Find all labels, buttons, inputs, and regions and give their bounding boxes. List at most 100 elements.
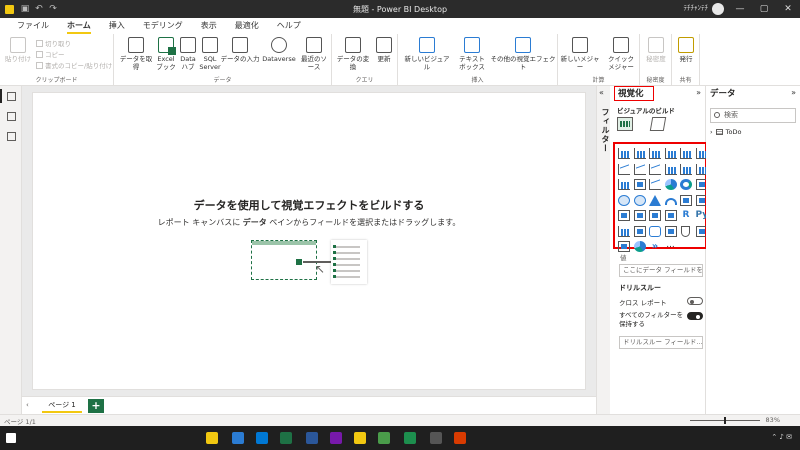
key-influencers-icon[interactable] [618, 225, 630, 237]
windows-start-icon[interactable] [6, 433, 16, 443]
add-page-button[interactable]: + [88, 399, 104, 413]
edge-icon[interactable] [256, 432, 268, 444]
values-well[interactable]: ここにデータ フィールドを... [619, 264, 703, 277]
tab-modeling[interactable]: モデリング [134, 20, 192, 34]
collapse-visualizations-icon[interactable]: » [696, 88, 701, 97]
publish-button[interactable]: 発行 [674, 37, 698, 63]
close-button[interactable]: ✕ [776, 0, 800, 18]
gauge-icon[interactable] [664, 197, 677, 205]
clustered-column-chart-icon[interactable] [664, 148, 677, 159]
excel-button[interactable]: Excel ブック [156, 37, 176, 71]
page-tab[interactable]: ページ 1 [42, 397, 82, 413]
more-visuals-icon[interactable]: ... [665, 241, 677, 252]
map-icon[interactable] [618, 194, 630, 206]
onenote-taskbar-icon[interactable] [330, 432, 342, 444]
keep-filters-toggle[interactable] [687, 312, 703, 320]
refresh-button[interactable]: 更新 [374, 37, 394, 63]
sensitivity-button[interactable]: 秘密度 [642, 37, 670, 63]
power-automate-icon[interactable] [633, 241, 646, 252]
report-page[interactable]: データを使用して視覚エフェクトをビルドする レポート キャンバスに データ ペイ… [32, 92, 586, 390]
tab-view[interactable]: 表示 [192, 20, 226, 34]
matrix-icon[interactable] [664, 210, 677, 221]
chevron-right-icon[interactable]: › [710, 128, 713, 136]
word-taskbar-icon[interactable] [306, 432, 318, 444]
line-chart-icon[interactable] [618, 163, 630, 175]
textbox-button[interactable]: テキスト ボックス [456, 37, 488, 71]
data-table-item[interactable]: › ToDo [710, 128, 741, 136]
expand-left-icon[interactable]: « [599, 88, 604, 97]
table-view-button[interactable] [0, 106, 22, 126]
slicer-icon[interactable] [633, 210, 646, 221]
more-visuals-button[interactable]: その他の視覚エフェクト [490, 37, 556, 71]
collapse-data-icon[interactable]: » [791, 88, 796, 97]
excel-taskbar-icon[interactable] [280, 432, 292, 444]
waterfall-chart-icon[interactable] [618, 179, 630, 190]
build-visual-tab[interactable] [617, 117, 633, 131]
line-stacked-column-chart-icon[interactable] [680, 163, 692, 175]
tab-help[interactable]: ヘルプ [268, 20, 310, 34]
dataverse-button[interactable]: Dataverse [262, 37, 296, 63]
quick-measure-button[interactable]: クイック メジャー [604, 37, 638, 71]
recent-sources-button[interactable]: 最近のソース [298, 37, 330, 71]
datahub-button[interactable]: Data ハブ [178, 37, 198, 71]
user-name[interactable]: ﾃﾁﾁｬﾝﾃﾁ [684, 3, 709, 13]
area-chart-icon[interactable] [633, 163, 646, 175]
tab-optimize[interactable]: 最適化 [226, 20, 268, 34]
chevron-left-icon[interactable]: ‹ [26, 401, 29, 409]
filters-pane-collapsed[interactable]: « フィルター [596, 86, 610, 414]
stacked-bar-chart-icon[interactable] [618, 148, 630, 159]
metrics-icon[interactable] [681, 225, 690, 237]
minimize-button[interactable]: — [728, 0, 752, 18]
zoom-slider[interactable] [690, 417, 760, 424]
teams-taskbar-icon[interactable] [404, 432, 416, 444]
powerbi-taskbar-icon[interactable] [354, 432, 366, 444]
qa-icon[interactable] [649, 225, 661, 237]
card-icon[interactable] [680, 194, 692, 206]
new-visual-button[interactable]: 新しいビジュアル [402, 37, 452, 71]
new-measure-button[interactable]: 新しいメジャー [560, 37, 600, 71]
kpi-icon[interactable] [618, 210, 630, 221]
chevron-visual-icon[interactable]: » [649, 241, 661, 252]
get-data-button[interactable]: データを取得 [118, 37, 154, 71]
copy-button[interactable]: コピー [36, 49, 65, 59]
line-clustered-column-chart-icon[interactable] [664, 163, 677, 175]
tab-file[interactable]: ファイル [8, 20, 58, 34]
enter-data-button[interactable]: データの入力 [220, 37, 260, 63]
format-visual-tab[interactable] [649, 117, 667, 131]
table-visual-icon[interactable] [649, 210, 661, 221]
stacked-column-chart-icon[interactable] [633, 148, 646, 159]
stacked-area-chart-icon[interactable] [649, 163, 661, 175]
data-search-input[interactable]: 検索 [710, 108, 796, 123]
clustered-bar-chart-icon[interactable] [649, 148, 661, 159]
cross-report-toggle[interactable] [687, 297, 703, 305]
filled-map-icon[interactable] [633, 194, 646, 206]
system-tray[interactable]: ⌃ ♪ ✉ [771, 433, 792, 441]
sql-server-button[interactable]: SQL Server [199, 37, 221, 71]
decomposition-tree-icon[interactable] [633, 225, 646, 237]
cut-button[interactable]: 切り取り [36, 38, 71, 48]
save-icon[interactable]: ▣ [18, 4, 32, 14]
drillthrough-well[interactable]: ドリルスルー フィールド... [619, 336, 703, 349]
app-taskbar-icon[interactable] [378, 432, 390, 444]
smart-narrative-icon[interactable] [664, 225, 677, 237]
app2-taskbar-icon[interactable] [430, 432, 442, 444]
report-view-button[interactable] [0, 86, 22, 106]
paste-button[interactable]: 貼り付け [4, 37, 32, 63]
file-explorer-icon[interactable] [206, 432, 218, 444]
redo-icon[interactable]: ↷ [46, 4, 60, 14]
avatar[interactable] [712, 3, 724, 15]
power-apps-icon[interactable] [618, 241, 630, 252]
undo-icon[interactable]: ↶ [32, 4, 46, 14]
model-view-button[interactable] [0, 126, 22, 146]
scatter-chart-icon[interactable] [649, 179, 661, 190]
tab-insert[interactable]: 挿入 [100, 20, 134, 34]
maximize-button[interactable]: ▢ [752, 0, 776, 18]
tab-home[interactable]: ホーム [58, 20, 100, 34]
outlook-icon[interactable] [232, 432, 244, 444]
app3-taskbar-icon[interactable] [454, 432, 466, 444]
donut-chart-icon[interactable] [680, 179, 692, 190]
format-painter-button[interactable]: 書式のコピー/貼り付け [36, 60, 112, 70]
funnel-chart-icon[interactable] [633, 179, 646, 190]
azure-map-icon[interactable] [649, 194, 661, 206]
100-stacked-bar-chart-icon[interactable] [680, 148, 692, 159]
